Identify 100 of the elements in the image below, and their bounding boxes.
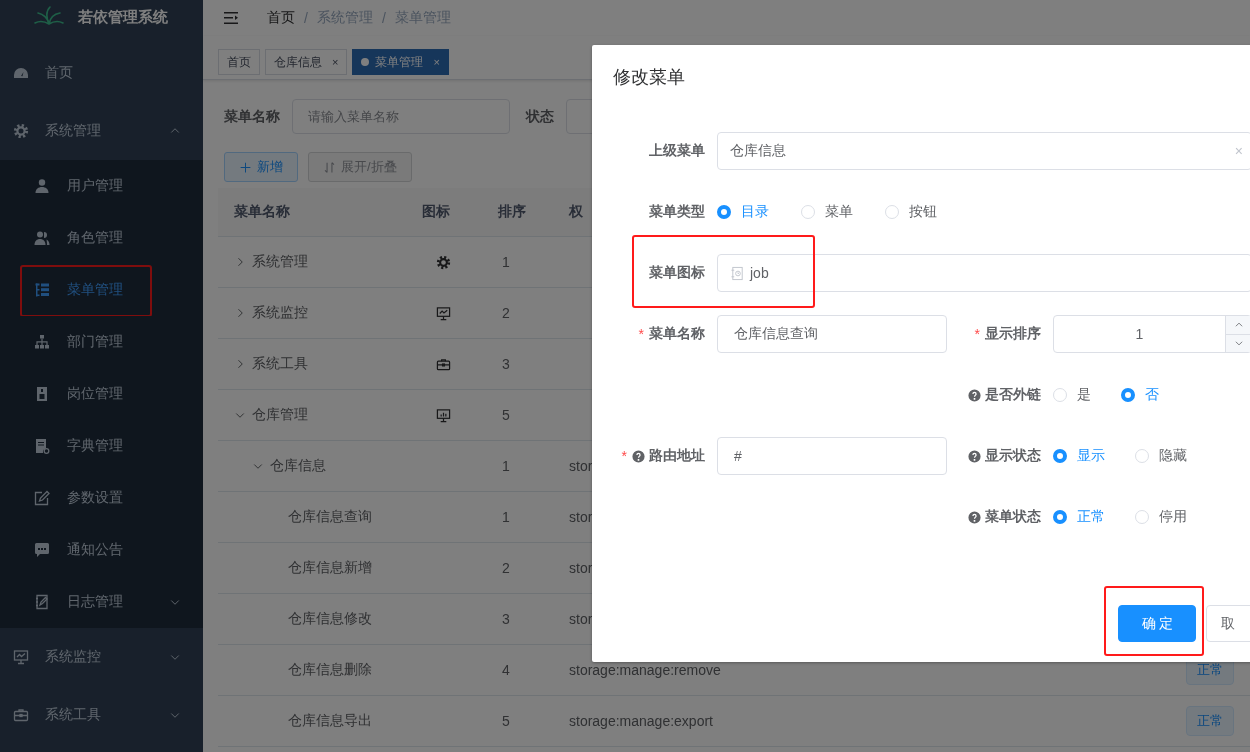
gear-icon <box>435 254 451 270</box>
radio-option[interactable]: 正常 <box>1053 508 1105 526</box>
badge-icon <box>34 386 50 402</box>
app-title: 若依管理系统 <box>78 7 168 27</box>
edit-icon <box>34 490 50 506</box>
gear-icon <box>13 123 29 139</box>
field-label: 显示排序 <box>985 325 1041 343</box>
clear-button[interactable]: × <box>1234 143 1243 159</box>
sidebar-item[interactable]: 首页 <box>0 44 203 102</box>
users-icon <box>34 230 50 246</box>
table-cell: storage:manage:export <box>569 713 713 729</box>
field-label: 菜单名称 <box>224 107 280 126</box>
table-cell: 5 <box>502 713 510 729</box>
number-field[interactable]: 1 <box>1053 315 1250 353</box>
column-header: 权 <box>569 203 583 219</box>
user-icon <box>34 178 50 194</box>
radio-option[interactable]: 菜单 <box>801 203 853 221</box>
breadcrumb-separator: / <box>304 10 308 26</box>
table-cell: 仓库信息删除 <box>288 661 372 679</box>
close-button[interactable]: × <box>332 56 339 68</box>
field-label: 菜单状态 <box>985 508 1041 526</box>
monitor-icon <box>435 305 451 321</box>
field-label: 上级菜单 <box>649 142 705 160</box>
column-header: 图标 <box>422 203 450 219</box>
breadcrumb-item[interactable]: 首页 <box>267 9 295 27</box>
table-cell: 2 <box>502 305 510 321</box>
breadcrumb-separator: / <box>381 10 386 26</box>
table-cell: 系统管理 <box>252 253 308 271</box>
required-mark: * <box>974 326 980 342</box>
table-cell: 仓库信息新增 <box>288 559 372 577</box>
table-cell: 仓库信息修改 <box>288 610 372 628</box>
table-cell: 1 <box>502 458 510 474</box>
radio-option[interactable]: 目录 <box>717 203 769 221</box>
close-button[interactable]: × <box>433 56 440 68</box>
table-cell: 仓库信息导出 <box>288 712 372 730</box>
page-tab[interactable]: 菜单管理 × <box>352 49 449 75</box>
presentation-icon <box>435 407 451 423</box>
table-cell: 仓库信息查询 <box>288 508 372 526</box>
page-tab[interactable]: 首页 <box>218 49 260 75</box>
table-cell: 3 <box>502 356 510 372</box>
org-chart-icon <box>34 334 50 350</box>
table-cell: 1 <box>502 254 510 270</box>
column-header: 菜单名称 <box>234 203 290 219</box>
monitor-icon <box>13 649 29 665</box>
column-header: 排序 <box>498 203 526 219</box>
table-cell: stor <box>569 458 593 474</box>
field-label: 显示状态 <box>985 447 1041 465</box>
briefcase-icon <box>13 707 29 723</box>
radio-option[interactable]: 按钮 <box>885 203 937 221</box>
table-cell: 4 <box>502 662 510 678</box>
text-field[interactable]: # <box>717 437 947 475</box>
sort-icon <box>323 160 336 174</box>
log-icon <box>34 594 50 610</box>
table-cell: 1 <box>502 509 510 525</box>
job-icon <box>730 265 745 281</box>
radio-option[interactable]: 隐藏 <box>1135 447 1187 465</box>
table-cell: 仓库管理 <box>252 406 308 424</box>
table-cell: stor <box>569 509 593 525</box>
table-cell: 仓库信息 <box>270 457 326 475</box>
table-cell: storage:manage:remove <box>569 662 721 678</box>
table-cell: 系统监控 <box>252 304 308 322</box>
briefcase-icon <box>435 356 451 372</box>
field-label: 菜单类型 <box>649 203 705 221</box>
table-cell: 系统工具 <box>252 355 308 373</box>
leaf-logo-icon <box>34 6 64 25</box>
required-mark: * <box>638 326 644 342</box>
book-icon <box>34 438 50 454</box>
table-cell: 3 <box>502 611 510 627</box>
table-cell: 2 <box>502 560 510 576</box>
radio-option[interactable]: 显示 <box>1053 447 1105 465</box>
sidebar-item[interactable]: 系统监控 <box>0 628 203 686</box>
dashboard-icon <box>13 65 29 81</box>
radio-option[interactable]: 否 <box>1121 386 1159 404</box>
page-tab[interactable]: 仓库信息 × <box>265 49 348 75</box>
sidebar-item[interactable]: 系统工具 <box>0 686 203 744</box>
menu-icon <box>223 10 239 26</box>
table-cell: stor <box>569 560 593 576</box>
confirm-button[interactable]: 确定 <box>1118 605 1196 642</box>
chat-icon <box>34 542 50 558</box>
plus-icon <box>239 160 252 174</box>
add-button[interactable]: 新增 <box>224 152 298 182</box>
tree-list-icon <box>34 282 50 298</box>
field-label: 菜单名称 <box>649 325 705 343</box>
table-cell: 5 <box>502 407 510 423</box>
text-field[interactable]: 仓库信息查询 <box>717 315 947 353</box>
radio-option[interactable]: 是 <box>1053 386 1091 404</box>
table-cell: stor <box>569 611 593 627</box>
cancel-button[interactable]: 取 <box>1206 605 1250 642</box>
dialog-title: 修改菜单 <box>612 66 686 89</box>
field-label: 状态 <box>526 107 554 126</box>
parent-menu-select[interactable]: 仓库信息 × <box>717 132 1250 170</box>
field-label: 路由地址 <box>649 447 705 465</box>
required-mark: * <box>621 448 627 464</box>
active-dot-icon <box>361 58 370 66</box>
sidebar-item[interactable]: 系统管理 <box>0 102 203 160</box>
field-label: 菜单图标 <box>649 264 705 282</box>
icon-select-field[interactable]: job <box>717 254 1250 292</box>
status-tag: 正常 <box>1186 706 1234 736</box>
field-label: 是否外链 <box>985 386 1041 404</box>
radio-option[interactable]: 停用 <box>1135 508 1187 526</box>
